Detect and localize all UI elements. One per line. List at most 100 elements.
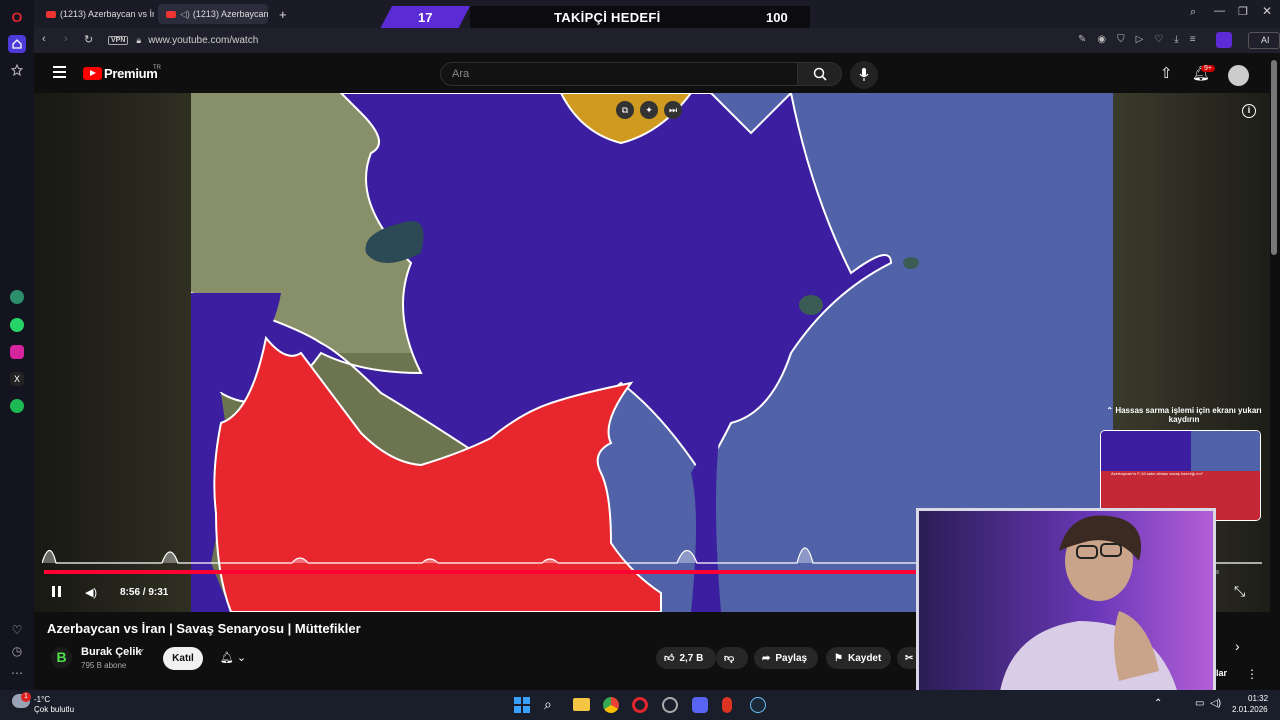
channel-avatar[interactable]: B bbox=[51, 647, 72, 668]
save-label: Kaydet bbox=[847, 652, 882, 664]
page-scrollbar[interactable] bbox=[1271, 60, 1277, 255]
microphone-app-icon[interactable] bbox=[722, 697, 732, 713]
subscription-bell-button[interactable]: 🔔︎ ⌄ bbox=[210, 647, 256, 670]
x-twitter-icon[interactable]: X bbox=[10, 372, 24, 386]
tab-2[interactable]: ◁) (1213) Azerbaycan vs × bbox=[158, 4, 268, 24]
network-icon[interactable]: ▭ bbox=[1195, 698, 1204, 709]
voice-search-button[interactable] bbox=[850, 61, 878, 89]
edit-icon[interactable]: ✎ bbox=[1078, 34, 1086, 45]
subscriber-count: 795 B abone bbox=[81, 661, 127, 670]
save-button[interactable]: ⚑ Kaydet bbox=[826, 647, 891, 669]
maximize-button[interactable]: ❐ bbox=[1238, 5, 1248, 18]
reload-icon[interactable]: ↻ bbox=[84, 33, 93, 46]
chrome-icon[interactable] bbox=[603, 697, 619, 713]
menu-icon[interactable]: ≡ bbox=[1190, 34, 1196, 45]
search-input[interactable]: Ara bbox=[440, 62, 798, 86]
share-button[interactable]: ➦ Paylaş bbox=[754, 647, 818, 669]
history-icon[interactable]: ◷ bbox=[8, 642, 26, 660]
star-icon[interactable] bbox=[8, 61, 26, 79]
join-label: Katıl bbox=[172, 653, 194, 664]
new-tab-button[interactable]: + bbox=[274, 4, 294, 24]
share-icon: ➦ bbox=[762, 652, 771, 664]
join-button[interactable]: Katıl bbox=[163, 647, 203, 670]
clock-date: 2.01.2026 bbox=[1232, 705, 1268, 714]
info-icon[interactable]: i bbox=[1242, 104, 1256, 118]
dislike-button[interactable]: 👎︎ bbox=[716, 647, 748, 669]
tray-chevron-icon[interactable]: ⌃ bbox=[1154, 698, 1162, 709]
notifications-badge: 9+ bbox=[1201, 65, 1215, 72]
search-taskbar-icon[interactable]: ⌕ bbox=[544, 696, 552, 713]
file-explorer-icon[interactable] bbox=[573, 698, 590, 711]
profile-icon[interactable] bbox=[1216, 32, 1232, 48]
upload-icon[interactable]: ⇧ bbox=[1160, 64, 1173, 82]
more-options-icon[interactable]: ⋮ bbox=[1246, 667, 1258, 681]
youtube-logo-icon[interactable] bbox=[83, 67, 102, 80]
spotify-icon[interactable] bbox=[10, 399, 24, 413]
address-toolbar: ✎ ◉ ⛉ ▷ ♡ ⤓ ≡ bbox=[1078, 34, 1196, 45]
download-icon[interactable]: ⤓ bbox=[1174, 34, 1178, 45]
like-count: 2,7 B bbox=[679, 652, 704, 664]
search-button[interactable] bbox=[798, 62, 842, 86]
search-tabs-icon[interactable]: ⌕ bbox=[1190, 6, 1196, 19]
chevron-right-icon[interactable]: › bbox=[1235, 638, 1240, 654]
skip-icon[interactable]: ⏭ bbox=[664, 101, 682, 119]
goal-current: 17 bbox=[418, 10, 433, 25]
back-icon[interactable]: ‹ bbox=[42, 33, 46, 45]
home-icon[interactable] bbox=[8, 35, 26, 53]
play-icon[interactable]: ▷ bbox=[1136, 34, 1144, 45]
opera-logo-icon[interactable]: O bbox=[8, 8, 26, 26]
volume-tray-icon[interactable]: ◁) bbox=[1210, 698, 1221, 709]
youtube-favicon-icon bbox=[166, 10, 176, 18]
clock-time: 01:32 bbox=[1248, 694, 1269, 703]
chatgpt-icon[interactable] bbox=[10, 290, 24, 304]
bell-icon: 🔔︎ bbox=[219, 652, 234, 664]
tab-1[interactable]: (1213) Azerbaycan vs İran bbox=[38, 4, 154, 24]
more-icon[interactable]: ⋯ bbox=[8, 664, 26, 682]
url-field[interactable]: VPN 🔒︎ www.youtube.com/watch bbox=[100, 31, 1100, 50]
like-button[interactable]: 👍︎ 2,7 B bbox=[656, 647, 716, 669]
goal-target: 100 bbox=[766, 10, 788, 25]
sparkle-icon[interactable]: ✦ bbox=[640, 101, 658, 119]
chevron-down-icon: ⌄ bbox=[233, 652, 247, 664]
speaker-icon[interactable]: ◁) bbox=[180, 9, 190, 20]
steam-icon[interactable] bbox=[750, 697, 766, 713]
preview-caption: Azerbaycan'ın F-16 satın alması savaş ha… bbox=[1111, 471, 1203, 476]
ai-label: AI bbox=[1261, 35, 1270, 45]
shield-icon[interactable]: ⛉ bbox=[1117, 34, 1125, 45]
close-window-button[interactable]: ✕ bbox=[1262, 4, 1272, 18]
weather-desc: Çok bulutlu bbox=[34, 705, 75, 714]
start-button[interactable] bbox=[514, 697, 530, 713]
account-avatar[interactable] bbox=[1228, 65, 1249, 86]
verified-icon: ✔ bbox=[138, 647, 145, 656]
copy-icon[interactable]: ⧉ bbox=[616, 101, 634, 119]
address-bar: ‹ › ↻ VPN 🔒︎ www.youtube.com/watch ✎ ◉ ⛉… bbox=[34, 28, 1280, 53]
forward-icon[interactable]: › bbox=[64, 33, 68, 45]
camera-icon[interactable]: ◉ bbox=[1097, 34, 1106, 45]
heart-icon[interactable]: ♡ bbox=[8, 621, 26, 639]
overlay-controls: ⧉ ✦ ⏭ bbox=[616, 101, 696, 123]
search-icon bbox=[813, 67, 827, 81]
heart-outline-icon[interactable]: ♡ bbox=[1154, 34, 1163, 45]
channel-name[interactable]: Burak Çelik bbox=[81, 646, 142, 658]
app-icon[interactable] bbox=[662, 697, 678, 713]
instagram-icon[interactable] bbox=[10, 345, 24, 359]
discord-icon[interactable] bbox=[692, 697, 708, 713]
opera-sidebar: O X ♡ ◷ ⋯ bbox=[0, 0, 34, 690]
ai-button[interactable]: AI bbox=[1248, 32, 1280, 49]
fullscreen-icon[interactable]: ⤡ bbox=[1234, 583, 1245, 600]
hamburger-menu-icon[interactable] bbox=[53, 66, 66, 78]
opera-taskbar-icon[interactable] bbox=[632, 697, 648, 713]
time-display: 8:56 / 9:31 bbox=[120, 587, 169, 598]
vpn-badge[interactable]: VPN bbox=[108, 36, 129, 45]
url-text: www.youtube.com/watch bbox=[148, 35, 259, 46]
pause-button[interactable] bbox=[49, 584, 65, 600]
youtube-header: Premium TR Ara ⇧ 🔔︎ 9+ bbox=[34, 53, 1280, 93]
minimize-button[interactable]: — bbox=[1214, 5, 1225, 17]
volume-button[interactable]: ◀︎) bbox=[81, 584, 101, 602]
scissors-icon: ✂ bbox=[905, 652, 914, 664]
share-label: Paylaş bbox=[775, 652, 808, 664]
chevron-up-icon: ⌃ bbox=[1106, 406, 1116, 415]
video-title: Azerbaycan vs İran | Savaş Senaryosu | M… bbox=[47, 621, 361, 636]
whatsapp-icon[interactable] bbox=[10, 318, 24, 332]
goal-title: TAKİPÇİ HEDEFİ bbox=[554, 10, 661, 25]
